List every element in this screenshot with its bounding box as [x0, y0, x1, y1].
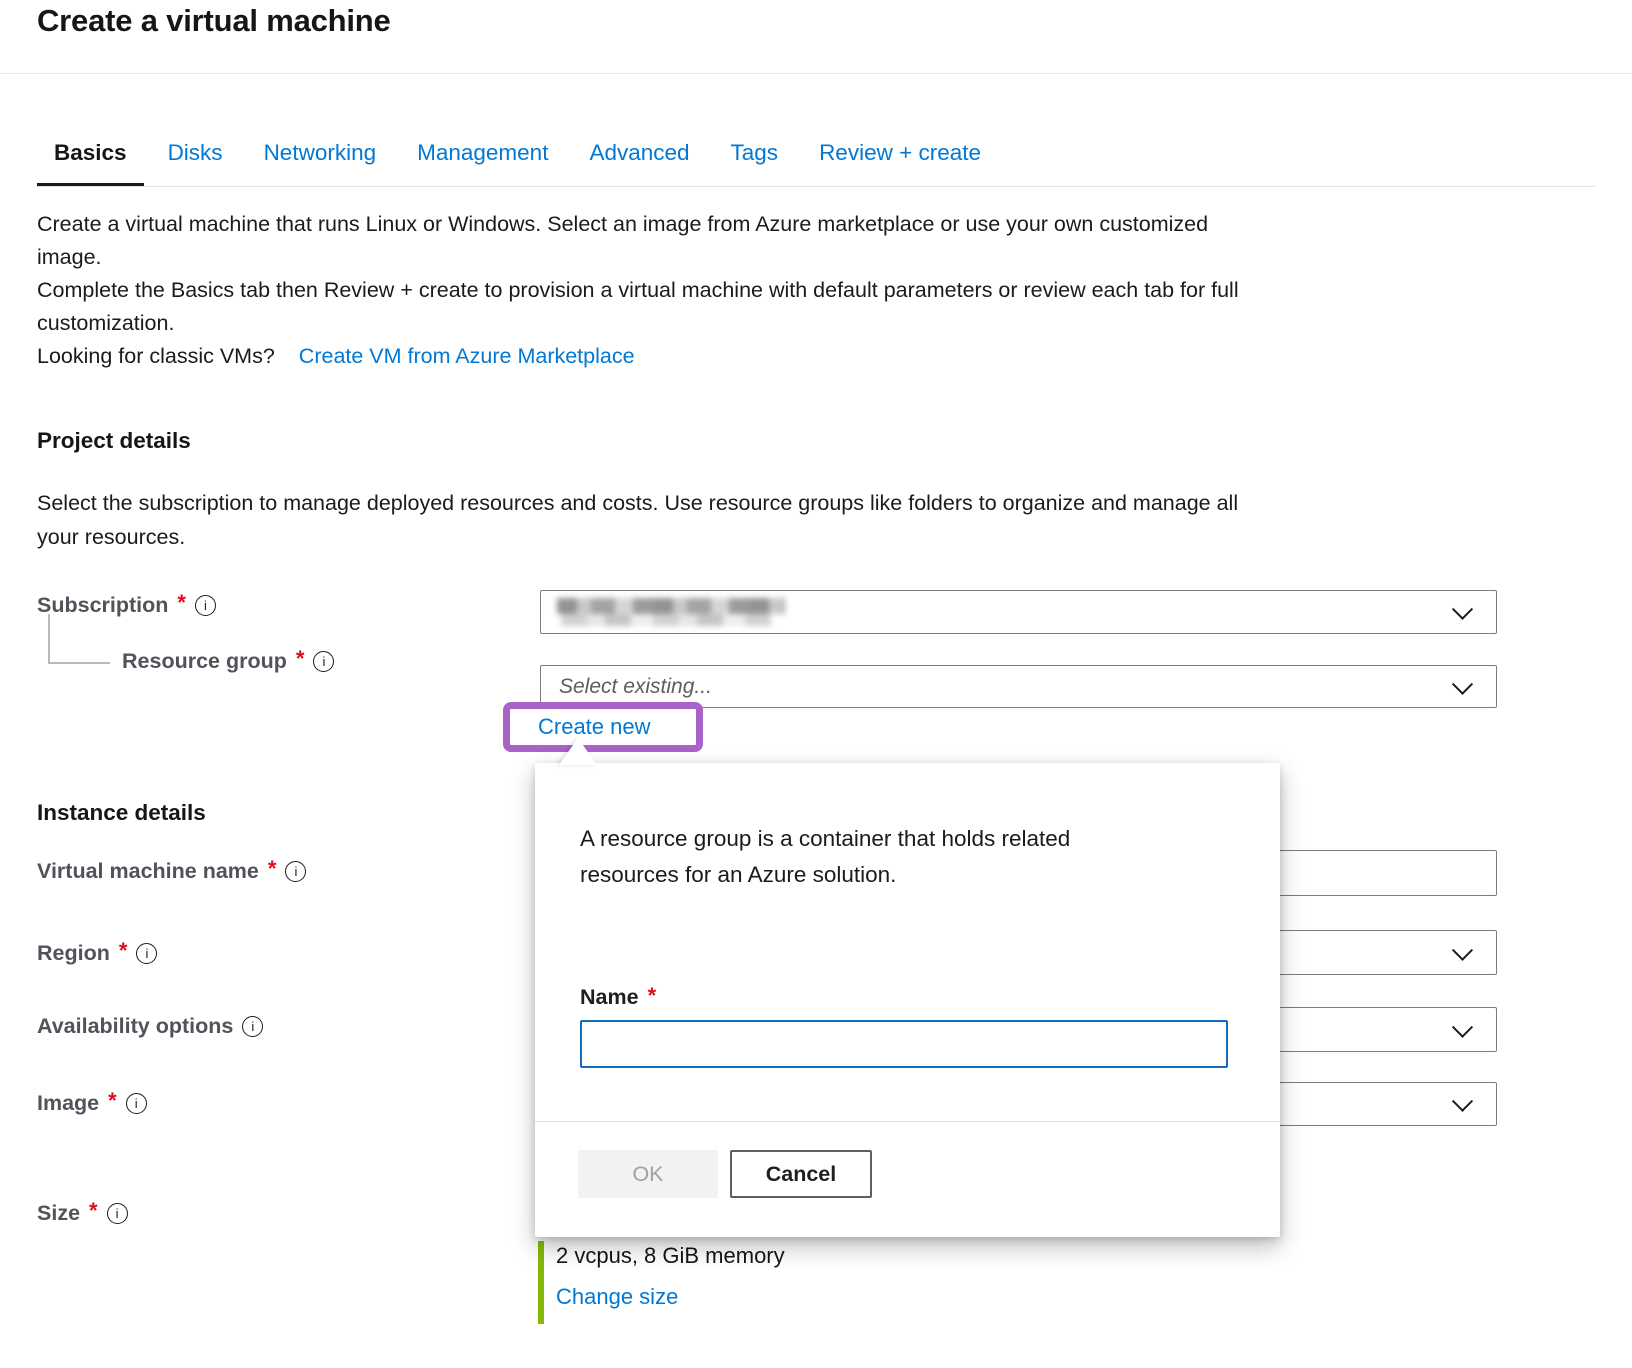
- info-icon[interactable]: i: [242, 1016, 263, 1037]
- info-icon[interactable]: i: [126, 1093, 147, 1114]
- flyout-footer-divider: [535, 1121, 1280, 1122]
- intro-line: image.: [37, 241, 1239, 274]
- create-vm-page: Create a virtual machine Basics Disks Ne…: [0, 0, 1632, 1368]
- hierarchy-connector: [48, 662, 110, 664]
- subscription-label: Subscription * i: [37, 592, 216, 618]
- size-accent-bar: [538, 1241, 544, 1324]
- tab-basics[interactable]: Basics: [37, 126, 144, 186]
- classic-vms-prompt: Looking for classic VMs?: [37, 340, 275, 373]
- intro-line: Complete the Basics tab then Review + cr…: [37, 274, 1239, 307]
- create-vm-marketplace-link[interactable]: Create VM from Azure Marketplace: [299, 340, 635, 373]
- cancel-button[interactable]: Cancel: [730, 1150, 872, 1198]
- resource-group-label: Resource group * i: [122, 648, 334, 674]
- tab-tags[interactable]: Tags: [714, 126, 796, 186]
- tab-disks[interactable]: Disks: [151, 126, 240, 186]
- tab-review-create[interactable]: Review + create: [802, 126, 998, 186]
- image-label: Image * i: [37, 1090, 147, 1116]
- required-marker: *: [119, 938, 128, 964]
- region-label: Region * i: [37, 940, 157, 966]
- chevron-down-icon: [1452, 673, 1473, 694]
- project-details-description: Select the subscription to manage deploy…: [37, 486, 1238, 554]
- header-divider: [0, 73, 1632, 74]
- change-size-link[interactable]: Change size: [556, 1284, 678, 1310]
- intro-line: customization.: [37, 307, 1239, 340]
- availability-options-label: Availability options i: [37, 1014, 263, 1039]
- resource-group-name-input[interactable]: [580, 1020, 1228, 1068]
- required-marker: *: [108, 1088, 117, 1114]
- required-marker: *: [177, 590, 186, 616]
- info-icon[interactable]: i: [107, 1203, 128, 1224]
- required-marker: *: [89, 1198, 98, 1224]
- info-icon[interactable]: i: [313, 651, 334, 672]
- chevron-down-icon: [1452, 1091, 1473, 1112]
- page-title: Create a virtual machine: [37, 3, 391, 39]
- intro-text: Create a virtual machine that runs Linux…: [37, 208, 1239, 373]
- size-summary: 2 vcpus, 8 GiB memory: [556, 1243, 785, 1269]
- info-icon[interactable]: i: [136, 943, 157, 964]
- chevron-down-icon: [1452, 1016, 1473, 1037]
- create-new-resource-group-link[interactable]: Create new: [538, 714, 651, 740]
- required-marker: *: [268, 856, 277, 882]
- tab-networking[interactable]: Networking: [247, 126, 394, 186]
- project-details-heading: Project details: [37, 428, 191, 454]
- hierarchy-connector: [48, 614, 50, 663]
- tab-advanced[interactable]: Advanced: [572, 126, 706, 186]
- resource-group-placeholder: Select existing...: [559, 675, 712, 699]
- info-icon[interactable]: i: [195, 595, 216, 616]
- intro-line: Create a virtual machine that runs Linux…: [37, 208, 1239, 241]
- tab-management[interactable]: Management: [400, 126, 565, 186]
- flyout-name-label: Name *: [580, 985, 656, 1011]
- required-marker: *: [296, 646, 305, 672]
- vm-name-label: Virtual machine name * i: [37, 858, 306, 884]
- redacted-subscription-value: [557, 598, 785, 627]
- size-label: Size * i: [37, 1200, 128, 1226]
- tab-bar: Basics Disks Networking Management Advan…: [37, 126, 1595, 187]
- chevron-down-icon: [1452, 939, 1473, 960]
- flyout-description: A resource group is a container that hol…: [580, 821, 1070, 893]
- chevron-down-icon: [1452, 599, 1473, 620]
- subscription-dropdown[interactable]: [540, 590, 1497, 634]
- info-icon[interactable]: i: [285, 861, 306, 882]
- instance-details-heading: Instance details: [37, 800, 206, 826]
- ok-button[interactable]: OK: [578, 1150, 718, 1198]
- flyout-caret: [559, 738, 597, 765]
- required-marker: *: [648, 983, 657, 1009]
